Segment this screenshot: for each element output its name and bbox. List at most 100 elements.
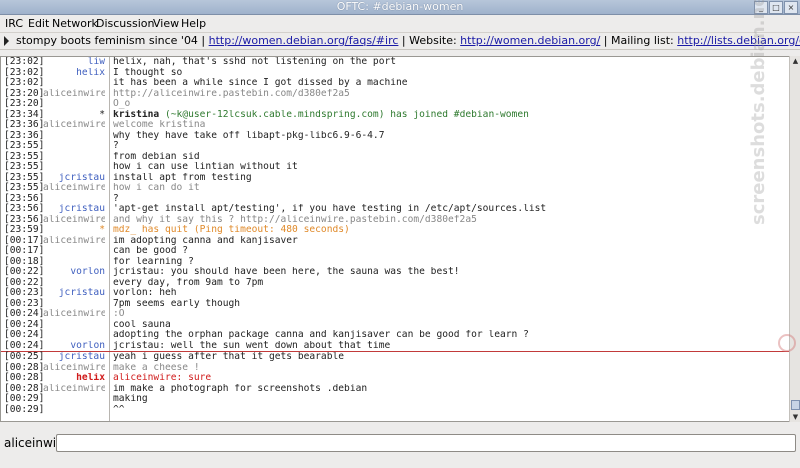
close-icon[interactable]: × [784, 1, 798, 14]
chat-line: [23:55] aliceinwire how i can do it [1, 182, 789, 194]
chat-line: [00:24] vorlon jcristau: well the sun went… [1, 340, 789, 352]
chat-line: [00:22] every day, from 9am to 7pm [1, 277, 789, 289]
message-body: it has been a while since I got dissed b… [113, 78, 408, 88]
message-nick[interactable]: aliceinwire [43, 183, 105, 194]
chat-line: [00:24] adopting the orphan package canna… [1, 329, 789, 341]
chat-line: [00:25] jcristau yeah i guess after that i… [1, 351, 789, 363]
message-body: ^^ [113, 404, 125, 415]
message-timestamp: [00:28] [4, 372, 45, 383]
message-nick[interactable]: aliceinwire [43, 89, 105, 100]
message-body: from debian sid [113, 151, 200, 162]
message-text: im make a photograph for screenshots .de… [113, 384, 783, 395]
menu-irc[interactable]: IRC [5, 16, 23, 31]
message-timestamp: [00:25] [4, 351, 45, 362]
menu-help[interactable]: Help [181, 16, 206, 31]
message-text: it has been a while since I got dissed b… [113, 78, 783, 89]
menu-view[interactable]: View [153, 16, 179, 31]
menu-discussion[interactable]: Discussion [96, 16, 155, 31]
message-text: and why it say this ? http://aliceinwire… [113, 215, 783, 226]
message-nick[interactable]: aliceinwire [43, 363, 105, 374]
chat-line: [23:55]? [1, 140, 789, 152]
message-text: making [113, 394, 783, 405]
chat-line: [23:20] O_o [1, 98, 789, 110]
message-nick[interactable]: aliceinwire [43, 384, 105, 395]
chat-log[interactable]: [23:02] liw helix, nah, that's sshd not li… [0, 56, 790, 422]
chat-line: [23:55] how i can use lintian without it [1, 161, 789, 173]
message-timestamp: [23:59] [4, 224, 45, 235]
message-body: I thought so [113, 67, 183, 78]
scrollbar-thumb[interactable] [791, 400, 800, 410]
message-nick[interactable]: vorlon [43, 341, 105, 352]
maximize-icon[interactable]: □ [769, 1, 783, 14]
menu-network[interactable]: Network [52, 16, 98, 31]
message-text: O_o [113, 99, 783, 110]
message-timestamp: [00:29] [4, 403, 45, 415]
message-body: and why it say this ? http://aliceinwire… [113, 214, 477, 225]
message-nick[interactable]: * [43, 225, 105, 236]
message-body: every day, from 9am to 7pm [113, 277, 264, 288]
menu-edit[interactable]: Edit [28, 16, 49, 31]
message-body: vorlon: heh [113, 288, 177, 298]
chat-line: [23:59] * mdz_ has quit (Ping timeout: 480… [1, 224, 789, 236]
message-body: adopting the orphan package canna and ka… [113, 330, 529, 340]
message-nick[interactable]: helix [43, 68, 105, 79]
message-text: jcristau: well the sun went down about t… [113, 341, 783, 352]
message-nick[interactable]: jcristau [43, 288, 105, 299]
message-body: yeah i guess after that it gets bearable [113, 352, 345, 362]
message-text: vorlon: heh [113, 288, 783, 299]
message-nick[interactable]: vorlon [43, 267, 105, 278]
message-nick[interactable]: aliceinwire [43, 309, 105, 320]
topic-link[interactable]: http://lists.debian.org/debian-women/ [677, 34, 800, 47]
chat-scrollbar[interactable]: ▲ ▼ [789, 56, 800, 422]
message-text: 'apt-get install apt/testing', if you ha… [113, 204, 783, 215]
message-body: making [113, 394, 148, 404]
message-body: aliceinwire: sure [113, 373, 212, 383]
message-timestamp: [23:55] [4, 182, 45, 193]
menu-bar: IRC Edit Network Discussion View Help [0, 15, 800, 33]
message-body: helix, nah, that's sshd not listening on… [113, 57, 397, 67]
message-timestamp: [00:17] [4, 245, 45, 256]
message-timestamp: [23:55] [4, 140, 45, 151]
message-nick[interactable]: aliceinwire [43, 215, 105, 226]
message-timestamp: [23:55] [4, 161, 45, 172]
message-text: im adopting canna and kanjisaver [113, 236, 783, 247]
message-body: make a cheese ! [113, 362, 200, 373]
chat-line: [00:17] aliceinwire im adopting canna and … [1, 235, 789, 247]
message-body: jcristau: well the sun went down about t… [113, 340, 391, 351]
message-text: make a cheese ! [113, 363, 783, 374]
message-timestamp: [23:20] [4, 98, 45, 109]
scroll-up-icon[interactable]: ▲ [791, 56, 800, 66]
channel-topic: stompy boots feminism since '04 | http:/… [16, 33, 800, 49]
message-text: ? [113, 194, 783, 205]
chat-line: [23:56]? [1, 193, 789, 205]
message-text: helix, nah, that's sshd not listening on… [113, 57, 783, 68]
chat-line: [23:02] liw helix, nah, that's sshd not li… [1, 57, 789, 68]
chat-line: [00:29] ^^ [1, 403, 789, 416]
message-input[interactable] [56, 434, 796, 452]
message-nick[interactable]: helix [43, 373, 105, 384]
message-text: every day, from 9am to 7pm [113, 278, 783, 289]
topic-bar: stompy boots feminism since '04 | http:/… [0, 33, 800, 50]
chat-line: [00:28] aliceinwire im make a photograph f… [1, 383, 789, 395]
message-nick[interactable]: jcristau [43, 173, 105, 184]
message-nick[interactable]: aliceinwire [43, 120, 105, 131]
message-text: install apt from testing [113, 173, 783, 184]
message-body: im adopting canna and kanjisaver [113, 235, 298, 246]
message-nick[interactable]: aliceinwire [43, 236, 105, 247]
message-nick[interactable]: jcristau [43, 352, 105, 363]
joined-nick[interactable]: kristina [113, 110, 159, 120]
input-bar: aliceinwire [0, 430, 800, 468]
topic-link[interactable]: http://women.debian.org/faqs/#irc [209, 34, 399, 47]
message-nick[interactable]: * [43, 110, 105, 121]
expand-topic-icon[interactable] [4, 36, 9, 46]
title-bar[interactable]: OFTC: #debian-women _ □ × [0, 0, 800, 15]
chat-line: [00:18] for learning ? [1, 256, 789, 268]
watermark: screenshots.debian.net [748, 0, 769, 225]
chat-line: [23:36] aliceinwire welcome kristina [1, 119, 789, 131]
message-body: ? [113, 141, 119, 151]
topic-link[interactable]: http://women.debian.org/ [460, 34, 600, 47]
message-nick[interactable]: jcristau [43, 204, 105, 215]
message-nick[interactable]: liw [43, 57, 105, 68]
scroll-down-icon[interactable]: ▼ [791, 412, 800, 422]
message-text: welcome kristina [113, 120, 783, 131]
